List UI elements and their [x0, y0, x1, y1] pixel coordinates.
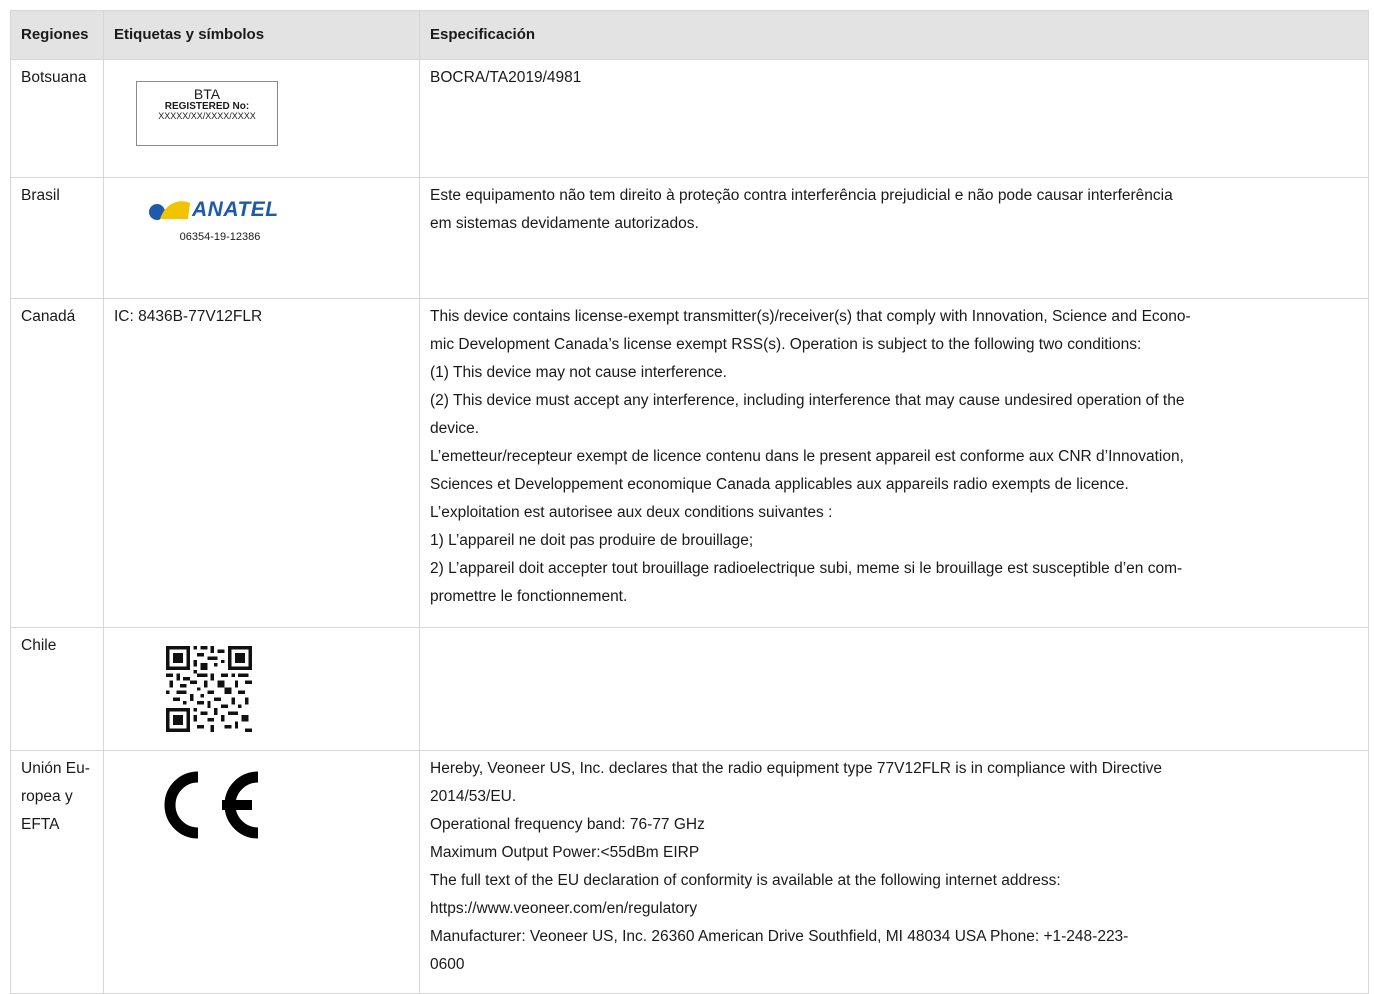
table-row: Canadá IC: 8436B-77V12FLR This device co…: [10, 298, 1369, 628]
region-cell: Unión Eu- ropea y EFTA: [10, 750, 104, 994]
table-header-row: Regiones Etiquetas y símbolos Especifica…: [10, 10, 1369, 60]
table-row: Brasil ANATEL 06354-19-12386 Este equipa…: [10, 177, 1369, 299]
spec-cell: [419, 627, 1369, 751]
spec-line: (1) This device may not cause interferen…: [430, 364, 727, 381]
spec-line: (2) This device must accept any interfer…: [430, 392, 1185, 409]
anatel-brand-text: ANATEL: [192, 198, 279, 221]
bta-label-title: BTA: [193, 86, 221, 102]
label-cell: ANATEL 06354-19-12386: [103, 177, 420, 299]
label-cell: BTA REGISTERED No: XXXXX/XX/XXXX/XXXX: [103, 59, 420, 178]
spec-cell: This device contains license-exempt tran…: [419, 298, 1369, 628]
spec-line: promettre le fonctionnement.: [430, 588, 628, 605]
spec-line: 1) L’appareil ne doit pas produire de br…: [430, 532, 754, 549]
header-regions: Regiones: [10, 10, 104, 60]
label-cell: IC: 8436B-77V12FLR: [103, 298, 420, 628]
spec-cell: Este equipamento não tem direito à prote…: [419, 177, 1369, 299]
ce-mark-icon: [164, 771, 259, 839]
spec-cell: Hereby, Veoneer US, Inc. declares that t…: [419, 750, 1369, 994]
header-specification: Especificación: [419, 10, 1369, 60]
region-cell: Brasil: [10, 177, 104, 299]
region-line: Unión Eu-: [21, 760, 90, 777]
region-cell: Botsuana: [10, 59, 104, 178]
regulatory-link[interactable]: https://www.veoneer.com/en/regulatory: [430, 895, 1358, 923]
spec-line: This device contains license-exempt tran…: [430, 308, 1191, 325]
anatel-mark-icon: [149, 201, 190, 220]
spec-line: Operational frequency band: 76-77 GHz: [430, 816, 705, 833]
spec-line: L’emetteur/recepteur exempt de licence c…: [430, 448, 1184, 465]
bta-label-number: XXXXX/XX/XXXX/XXXX: [158, 111, 256, 122]
region-line: ropea y: [21, 788, 73, 805]
anatel-logo: ANATEL 06354-19-12386: [148, 196, 288, 244]
spec-line: 2014/53/EU.: [430, 788, 517, 805]
bta-registration-label: BTA REGISTERED No: XXXXX/XX/XXXX/XXXX: [136, 81, 278, 146]
table-row: Botsuana BTA REGISTERED No: XXXXX/XX/XXX…: [10, 59, 1369, 178]
region-cell: Canadá: [10, 298, 104, 628]
spec-line: mic Development Canada’s license exempt …: [430, 336, 1142, 353]
spec-line: Sciences et Developpement economique Can…: [430, 476, 1129, 493]
table-row: Chile: [10, 627, 1369, 751]
region-cell: Chile: [10, 627, 104, 751]
regulatory-table: Regiones Etiquetas y símbolos Especifica…: [10, 10, 1369, 994]
anatel-number: 06354-19-12386: [179, 231, 261, 243]
label-cell: [103, 750, 420, 994]
header-labels-symbols: Etiquetas y símbolos: [103, 10, 420, 60]
table-row: Unión Eu- ropea y EFTA Hereby, Veoneer U…: [10, 750, 1369, 994]
spec-line: Hereby, Veoneer US, Inc. declares that t…: [430, 760, 1163, 777]
spec-line: 0600: [430, 956, 465, 973]
spec-line: 2) L’appareil doit accepter tout brouill…: [430, 560, 1183, 577]
region-line: EFTA: [21, 816, 60, 833]
spec-line: Manufacturer: Veoneer US, Inc. 26360 Ame…: [430, 928, 1129, 945]
qr-code-icon: [166, 646, 252, 732]
spec-line: L’exploitation est autorisee aux deux co…: [430, 504, 833, 521]
spec-line: Este equipamento não tem direito à prote…: [430, 187, 1173, 204]
spec-line: The full text of the EU declaration of c…: [430, 872, 1061, 889]
spec-line: Maximum Output Power:<55dBm EIRP: [430, 844, 700, 861]
spec-line: em sistemas devidamente autorizados.: [430, 215, 699, 232]
label-cell: [103, 627, 420, 751]
spec-line: device.: [430, 420, 480, 437]
spec-cell: BOCRA/TA2019/4981: [419, 59, 1369, 178]
